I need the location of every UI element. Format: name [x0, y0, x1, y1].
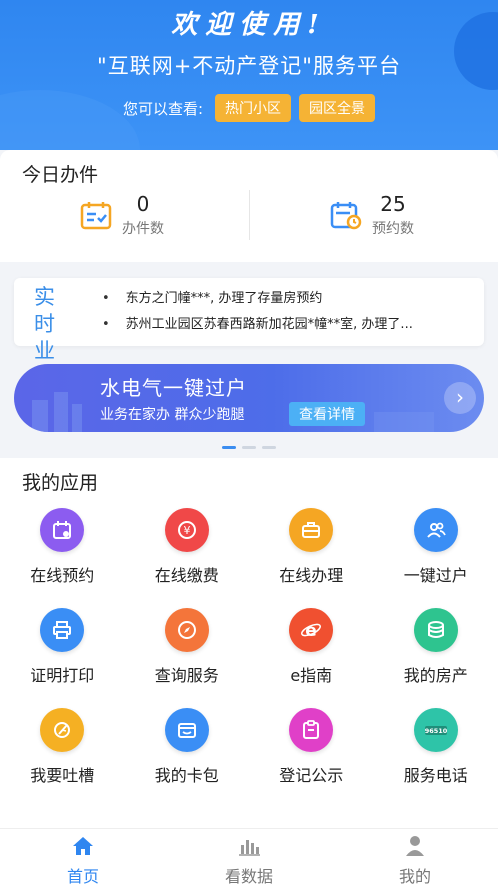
list-item[interactable]: 苏州工业园区苏春西路新加花园*幢**室, 办理了... — [102, 312, 478, 338]
app-grid: 在线预约 ¥ 在线缴费 在线办理 一键过户 证明打印 查询服务 e e指南 我的… — [0, 508, 498, 808]
app-registration-notice[interactable]: 登记公示 — [249, 708, 374, 808]
banner-title: 水电气一键过户 — [100, 376, 247, 400]
app-label: 一键过户 — [403, 566, 468, 585]
appointment-count-label: 预约数 — [372, 221, 414, 237]
app-label: 在线办理 — [279, 566, 344, 585]
app-online-handling[interactable]: 在线办理 — [249, 508, 374, 608]
app-e-guide[interactable]: e e指南 — [249, 608, 374, 708]
app-label: 在线预约 — [30, 566, 95, 585]
carousel-dot[interactable] — [262, 446, 276, 449]
building-graphic — [54, 392, 68, 432]
app-label: 在线缴费 — [154, 566, 219, 585]
ie-icon: e — [289, 608, 334, 652]
app-my-wallet[interactable]: 我的卡包 — [125, 708, 250, 808]
feather-icon — [40, 708, 85, 752]
app-label: 证明打印 — [30, 666, 95, 685]
briefcase-icon — [289, 508, 334, 552]
app-my-property[interactable]: 我的房产 — [374, 608, 498, 708]
bottom-tab-bar: 首页 看数据 我的 — [0, 828, 498, 892]
hot-community-button[interactable]: 热门小区 — [215, 94, 292, 122]
today-title: 今日办件 — [22, 164, 99, 186]
building-graphic — [32, 400, 48, 432]
chevron-right-icon[interactable]: › — [444, 382, 476, 414]
apps-title: 我的应用 — [22, 472, 99, 494]
app-service-hotline[interactable]: 96510 服务电话 — [374, 708, 498, 808]
platform-title: "互联网+不动产登记"服务平台 — [97, 54, 401, 78]
my-apps-section: 我的应用 在线预约 ¥ 在线缴费 在线办理 一键过户 证明打印 查询服务 e e… — [0, 458, 498, 828]
calendar-clock-icon — [330, 202, 362, 230]
yen-icon: ¥ — [164, 508, 209, 552]
carousel-indicator — [222, 446, 276, 449]
person-icon — [406, 836, 424, 856]
header-banner: 欢迎使用! "互联网+不动产登记"服务平台 您可以查看: 热门小区 园区全景 — [0, 0, 498, 150]
stat-divider — [249, 190, 250, 240]
app-query-service[interactable]: 查询服务 — [125, 608, 250, 708]
hotline-badge-text: 96510 — [424, 727, 447, 735]
app-label: e指南 — [290, 666, 333, 685]
realtime-business-panel[interactable]: 实时 业务 东方之门幢***, 办理了存量房预约 苏州工业园区苏春西路新加花园*… — [14, 278, 484, 390]
app-label: 查询服务 — [154, 666, 219, 685]
promo-banner[interactable]: 水电气一键过户 业务在家办 群众少跑腿 查看详情 › — [14, 364, 484, 432]
tab-label: 我的 — [398, 867, 431, 886]
today-cases-card: 今日办件 0 办件数 25 预约数 — [0, 150, 498, 262]
clipboard-icon — [289, 708, 334, 752]
building-graphic — [72, 404, 82, 432]
phone-badge-icon: 96510 — [413, 708, 458, 752]
carousel-dot[interactable] — [222, 446, 236, 449]
calendar-icon — [40, 508, 85, 552]
realtime-list: 东方之门幢***, 办理了存量房预约 苏州工业园区苏春西路新加花园*幢**室, … — [102, 286, 478, 338]
tab-home[interactable]: 首页 — [0, 829, 166, 892]
app-feedback[interactable]: 我要吐槽 — [0, 708, 125, 808]
platform-graphic — [374, 412, 434, 432]
case-count-value: 0 — [136, 192, 150, 216]
park-panorama-button[interactable]: 园区全景 — [299, 94, 376, 122]
compass-icon — [164, 608, 209, 652]
app-label: 我的房产 — [403, 666, 468, 685]
view-label: 您可以查看: — [122, 99, 204, 118]
welcome-text: 欢迎使用! — [171, 10, 327, 40]
calendar-check-icon — [80, 202, 112, 230]
view-details-button[interactable]: 查看详情 — [289, 402, 365, 426]
app-label: 我要吐槽 — [30, 766, 95, 785]
wallet-icon — [164, 708, 209, 752]
app-label: 登记公示 — [279, 766, 344, 785]
app-label: 服务电话 — [403, 766, 468, 785]
app-certificate-print[interactable]: 证明打印 — [0, 608, 125, 708]
banner-subtitle: 业务在家办 群众少跑腿 — [100, 407, 245, 423]
coins-icon — [413, 608, 458, 652]
printer-icon — [40, 608, 85, 652]
case-count-label: 办件数 — [122, 221, 164, 237]
app-label: 我的卡包 — [154, 766, 219, 785]
users-icon — [413, 508, 458, 552]
appointment-count-value: 25 — [380, 192, 406, 216]
home-icon — [73, 837, 93, 855]
list-item[interactable]: 东方之门幢***, 办理了存量房预约 — [102, 286, 478, 312]
view-options-row: 您可以查看: 热门小区 园区全景 — [0, 94, 498, 122]
tab-label: 看数据 — [224, 867, 273, 886]
tab-mine[interactable]: 我的 — [332, 829, 498, 892]
realtime-title-line1: 实时 — [34, 285, 57, 336]
tab-view-data[interactable]: 看数据 — [166, 829, 332, 892]
app-one-click-transfer[interactable]: 一键过户 — [374, 508, 498, 608]
svg-text:¥: ¥ — [183, 524, 190, 537]
bar-chart-icon — [239, 840, 260, 856]
app-online-appointment[interactable]: 在线预约 — [0, 508, 125, 608]
app-online-payment[interactable]: ¥ 在线缴费 — [125, 508, 250, 608]
case-count-stat[interactable]: 0 办件数 — [80, 192, 164, 238]
tab-label: 首页 — [66, 867, 99, 886]
carousel-dot[interactable] — [242, 446, 256, 449]
appointment-count-stat[interactable]: 25 预约数 — [330, 192, 414, 238]
